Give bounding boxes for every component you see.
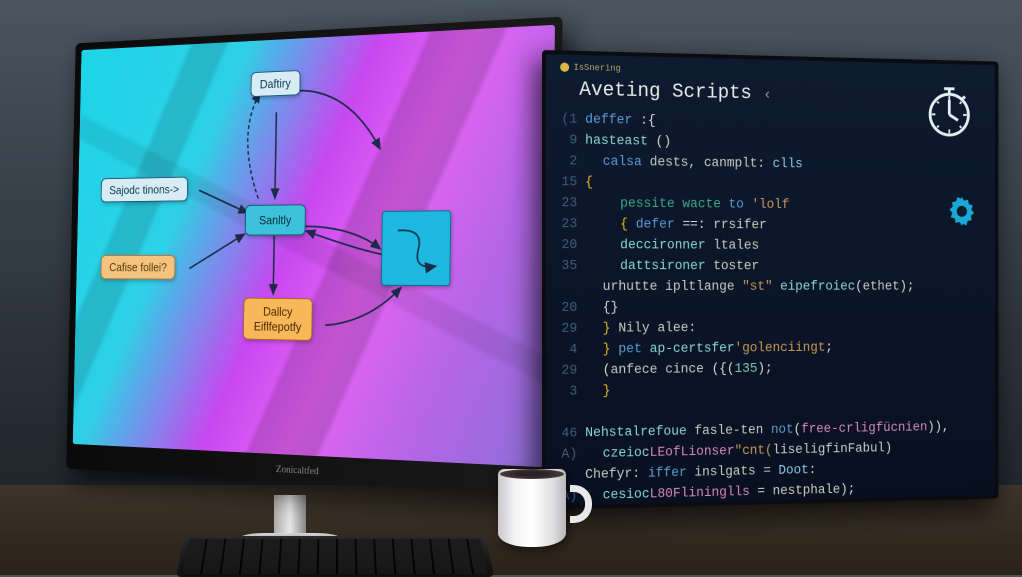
keyboard bbox=[176, 536, 494, 577]
monitor-right: ⬤ IsSnering Aveting Scripts ‹ (192152323… bbox=[542, 50, 998, 510]
gear-icon[interactable] bbox=[945, 193, 979, 230]
diagram-canvas[interactable]: Daftiry Sajodc tinons-> Sanltly Cafise f… bbox=[73, 25, 555, 468]
monitor-brand: Zonicaltfed bbox=[276, 463, 319, 477]
diagram-node-bottom-line2: Eiflfepotfy bbox=[254, 319, 302, 334]
code-editor[interactable]: ⬤ IsSnering Aveting Scripts ‹ (192152323… bbox=[546, 54, 995, 506]
diagram-node-square[interactable] bbox=[381, 210, 451, 286]
diagram-node-left-2[interactable]: Cafise follei? bbox=[101, 255, 176, 280]
titlebar-text: IsSnering bbox=[573, 63, 620, 74]
stopwatch-icon bbox=[921, 81, 977, 141]
chevron-left-icon: ‹ bbox=[763, 86, 772, 104]
pin-icon: ⬤ bbox=[560, 62, 570, 72]
diagram-node-bottom[interactable]: Dallcy Eiflfepotfy bbox=[243, 298, 313, 341]
code-content[interactable]: deffer :{hasteast ()calsa dests, canmplt… bbox=[585, 110, 988, 506]
diagram-node-top[interactable]: Daftiry bbox=[251, 70, 301, 97]
coffee-mug bbox=[498, 469, 580, 557]
line-number-gutter: (19215232320352029429346A)A) bbox=[558, 109, 585, 506]
diagram-arrows bbox=[73, 25, 555, 467]
diagram-node-left-1[interactable]: Sajodc tinons-> bbox=[101, 177, 188, 203]
diagram-node-center[interactable]: Sanltly bbox=[245, 204, 306, 235]
diagram-node-bottom-line1: Dallcy bbox=[263, 304, 293, 318]
monitor-left: Daftiry Sajodc tinons-> Sanltly Cafise f… bbox=[66, 17, 562, 497]
